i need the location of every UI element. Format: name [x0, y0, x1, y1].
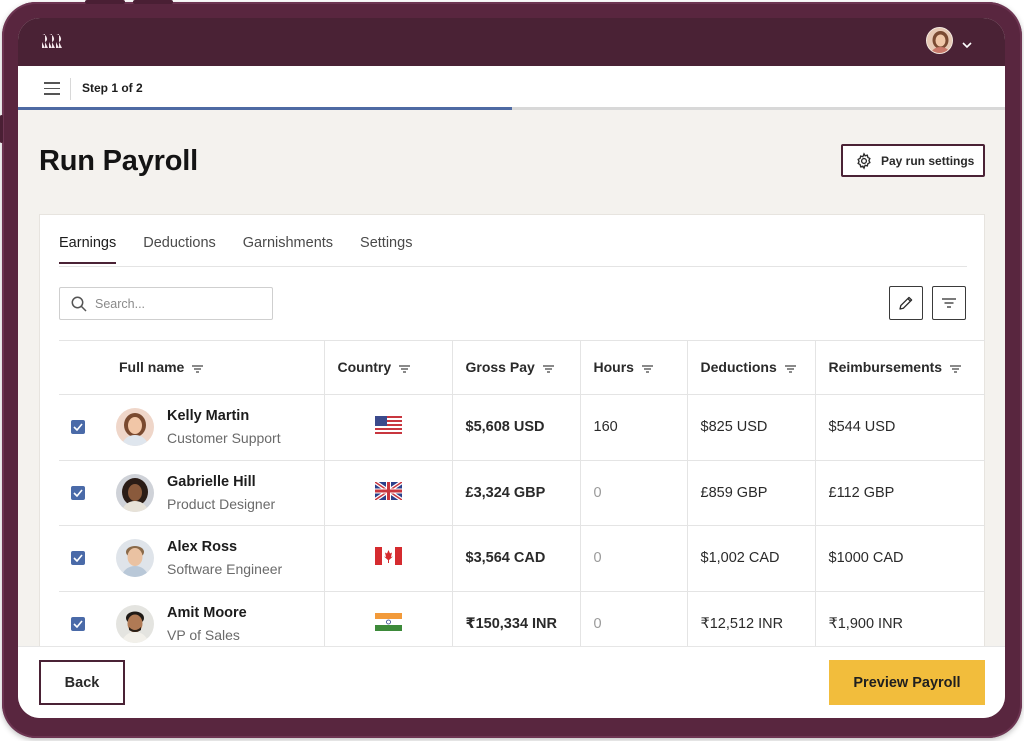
- step-indicator: Step 1 of 2: [82, 81, 143, 95]
- footer-bar: Back Preview Payroll: [18, 646, 1005, 718]
- sort-icon: [784, 360, 796, 376]
- employee-name: Amit Moore: [167, 605, 247, 622]
- hours-cell: 0: [579, 525, 687, 592]
- employee-role: Product Designer: [167, 495, 276, 512]
- search-box: [59, 287, 273, 320]
- menu-icon[interactable]: [44, 82, 60, 99]
- us-flag-icon: [374, 416, 402, 438]
- employee-role: Customer Support: [167, 430, 281, 447]
- column-header-country[interactable]: Country: [323, 340, 452, 395]
- deductions-cell: $1,002 CAD: [686, 525, 815, 592]
- employee-name: Alex Ross: [167, 539, 238, 556]
- employee-name: Gabrielle Hill: [167, 473, 256, 490]
- tab-deductions[interactable]: Deductions: [143, 235, 216, 264]
- pay-run-settings-button[interactable]: Pay run settings: [841, 144, 985, 177]
- tab-garnishments[interactable]: Garnishments: [243, 235, 333, 264]
- filter-button[interactable]: [932, 286, 966, 320]
- payroll-card: Earnings Deductions Garnishments Setting…: [39, 214, 985, 674]
- table-row[interactable]: Kelly Martin Customer Support $5,608 USD …: [59, 394, 985, 461]
- tab-bar: Earnings Deductions Garnishments Setting…: [59, 235, 412, 264]
- sort-icon: [399, 360, 411, 376]
- column-header-deductions[interactable]: Deductions: [686, 340, 815, 395]
- avatar: [116, 408, 154, 447]
- reimbursements-cell: $1000 CAD: [814, 525, 985, 592]
- filter-icon: [942, 298, 956, 308]
- brand-logo-icon[interactable]: [40, 32, 62, 55]
- column-header-reimbursements[interactable]: Reimbursements: [814, 340, 985, 395]
- gross-pay-cell: $5,608 USD: [451, 394, 580, 461]
- avatar: [116, 539, 154, 578]
- row-checkbox[interactable]: [71, 617, 85, 632]
- device-button: [133, 0, 173, 4]
- sort-icon: [641, 360, 653, 376]
- tab-earnings[interactable]: Earnings: [59, 235, 117, 264]
- sort-icon: [192, 360, 204, 376]
- step-bar: Step 1 of 2: [18, 66, 1005, 110]
- progress-bar-fill: [18, 107, 512, 110]
- sort-icon: [950, 360, 962, 376]
- canada-flag-icon: [374, 547, 402, 569]
- search-icon: [71, 296, 87, 312]
- device-side-button: [0, 115, 3, 143]
- sort-icon: [542, 360, 554, 376]
- row-checkbox[interactable]: [71, 485, 85, 500]
- edit-button[interactable]: [889, 286, 923, 320]
- user-avatar[interactable]: [926, 27, 953, 54]
- gross-pay-cell: $3,564 CAD: [451, 525, 580, 592]
- table-row[interactable]: Gabrielle Hill Product Designer £3,324 GB…: [59, 460, 985, 527]
- uk-flag-icon: [373, 480, 403, 504]
- avatar: [116, 605, 154, 644]
- avatar: [116, 473, 154, 512]
- chevron-down-icon[interactable]: [962, 36, 972, 54]
- employee-name: Kelly Martin: [167, 408, 250, 425]
- progress-bar: [18, 107, 1005, 110]
- employee-role: Software Engineer: [167, 561, 283, 578]
- deductions-cell: £859 GBP: [686, 460, 815, 527]
- top-app-bar: [18, 18, 1005, 66]
- reimbursements-cell: $544 USD: [814, 394, 985, 461]
- hours-cell: 0: [579, 460, 687, 527]
- reimbursements-cell: £112 GBP: [814, 460, 985, 527]
- row-checkbox[interactable]: [71, 551, 85, 566]
- app-screen: Step 1 of 2 Run Payroll Pay run settings…: [18, 18, 1005, 718]
- page-title: Run Payroll: [39, 145, 198, 177]
- deductions-cell: $825 USD: [686, 394, 815, 461]
- row-checkbox[interactable]: [71, 420, 85, 435]
- divider: [70, 78, 71, 100]
- table-row[interactable]: Alex Ross Software Engineer $3,564 CAD 0 …: [59, 525, 985, 592]
- gear-icon: [857, 151, 871, 170]
- payroll-table: Full name Country Gross Pay Hours Deduct…: [59, 340, 985, 658]
- employee-role: VP of Sales: [167, 627, 240, 644]
- select-column-header: [59, 340, 104, 395]
- hours-cell: 160: [579, 394, 687, 461]
- tabs-divider: [59, 266, 967, 267]
- search-input[interactable]: [95, 296, 255, 311]
- column-header-gross-pay[interactable]: Gross Pay: [451, 340, 580, 395]
- column-header-hours[interactable]: Hours: [579, 340, 687, 395]
- column-header-full-name[interactable]: Full name: [104, 340, 324, 395]
- pencil-icon: [899, 296, 913, 310]
- pay-run-settings-label: Pay run settings: [881, 153, 975, 168]
- preview-payroll-button[interactable]: Preview Payroll: [829, 660, 985, 705]
- tab-settings[interactable]: Settings: [360, 235, 412, 264]
- back-button[interactable]: Back: [39, 660, 125, 705]
- table-header-row: Full name Country Gross Pay Hours Deduct…: [59, 340, 985, 395]
- gross-pay-cell: £3,324 GBP: [451, 460, 580, 527]
- india-flag-icon: [374, 613, 402, 635]
- device-button: [85, 0, 125, 4]
